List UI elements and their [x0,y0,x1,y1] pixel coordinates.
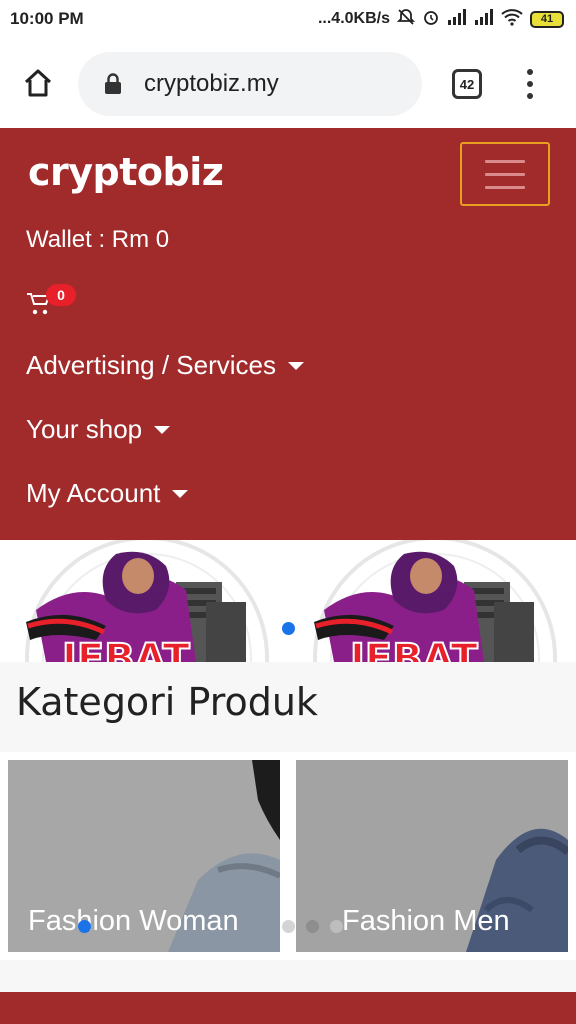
kategori-section: Kategori Produk [0,662,576,752]
browser-toolbar: cryptobiz.my 42 [0,38,576,128]
caret-down-icon [172,489,189,498]
svg-text:JEBAT: JEBAT [59,636,191,662]
banner-slide[interactable]: JEBAT [6,540,288,662]
wallet-balance: Wallet : Rm 0 [26,226,170,253]
category-label: Fashion Men [342,905,510,937]
jebat-logo-image: JEBAT [25,540,269,662]
cart-count-badge: 0 [46,284,76,306]
section-spacer [0,960,576,992]
carousel-dot-active[interactable] [78,920,91,933]
battery-icon: 41 [530,10,564,28]
lock-icon [102,73,124,95]
banner-slide[interactable]: JEBAT [294,540,576,662]
banner-carousel[interactable]: JEBAT JEBAT [0,540,576,662]
nav-label: My Account [26,478,161,508]
caret-down-icon [287,361,304,370]
section-title: Kategori Produk [16,680,318,724]
carousel-dot[interactable] [306,920,319,933]
nav-label: Advertising / Services [26,350,276,380]
address-bar[interactable]: cryptobiz.my [78,52,422,116]
mute-alarm-icon [396,8,416,31]
footer-bar [0,992,576,1024]
cart-button[interactable]: 0 [26,284,86,324]
alarm-icon [422,8,440,31]
category-card-fashion-woman[interactable]: Fashion Woman [8,760,280,952]
svg-text:JEBAT: JEBAT [347,636,479,662]
signal-icon-2 [474,8,494,30]
hamburger-icon[interactable] [460,142,550,206]
caret-down-icon [154,425,171,434]
home-button[interactable] [20,65,56,101]
carousel-dot[interactable] [282,920,295,933]
home-icon [24,69,52,97]
brand-logo[interactable]: cryptobiz [28,150,224,194]
carousel-dot[interactable] [330,920,343,933]
site-navbar: cryptobiz Wallet : Rm 0 0 Advertising / … [0,128,576,540]
tabs-button[interactable]: 42 [452,69,482,99]
nav-my-account[interactable]: My Account [26,478,189,509]
nav-advertising-services[interactable]: Advertising / Services [26,350,304,381]
nav-your-shop[interactable]: Your shop [26,414,171,445]
status-bar: 10:00 PM ...4.0KB/s 41 [0,0,576,38]
more-vert-icon[interactable] [517,66,543,102]
status-time: 10:00 PM [10,9,84,28]
nav-label: Your shop [26,414,143,444]
status-icons: ...4.0KB/s 41 [318,8,564,30]
signal-icon [447,8,467,30]
jebat-logo-image: JEBAT [313,540,557,662]
category-label: Fashion Woman [28,905,239,937]
network-speed: ...4.0KB/s [317,10,390,27]
carousel-dot-active[interactable] [282,622,295,635]
wifi-icon [501,8,523,31]
url-text: cryptobiz.my [144,70,279,97]
